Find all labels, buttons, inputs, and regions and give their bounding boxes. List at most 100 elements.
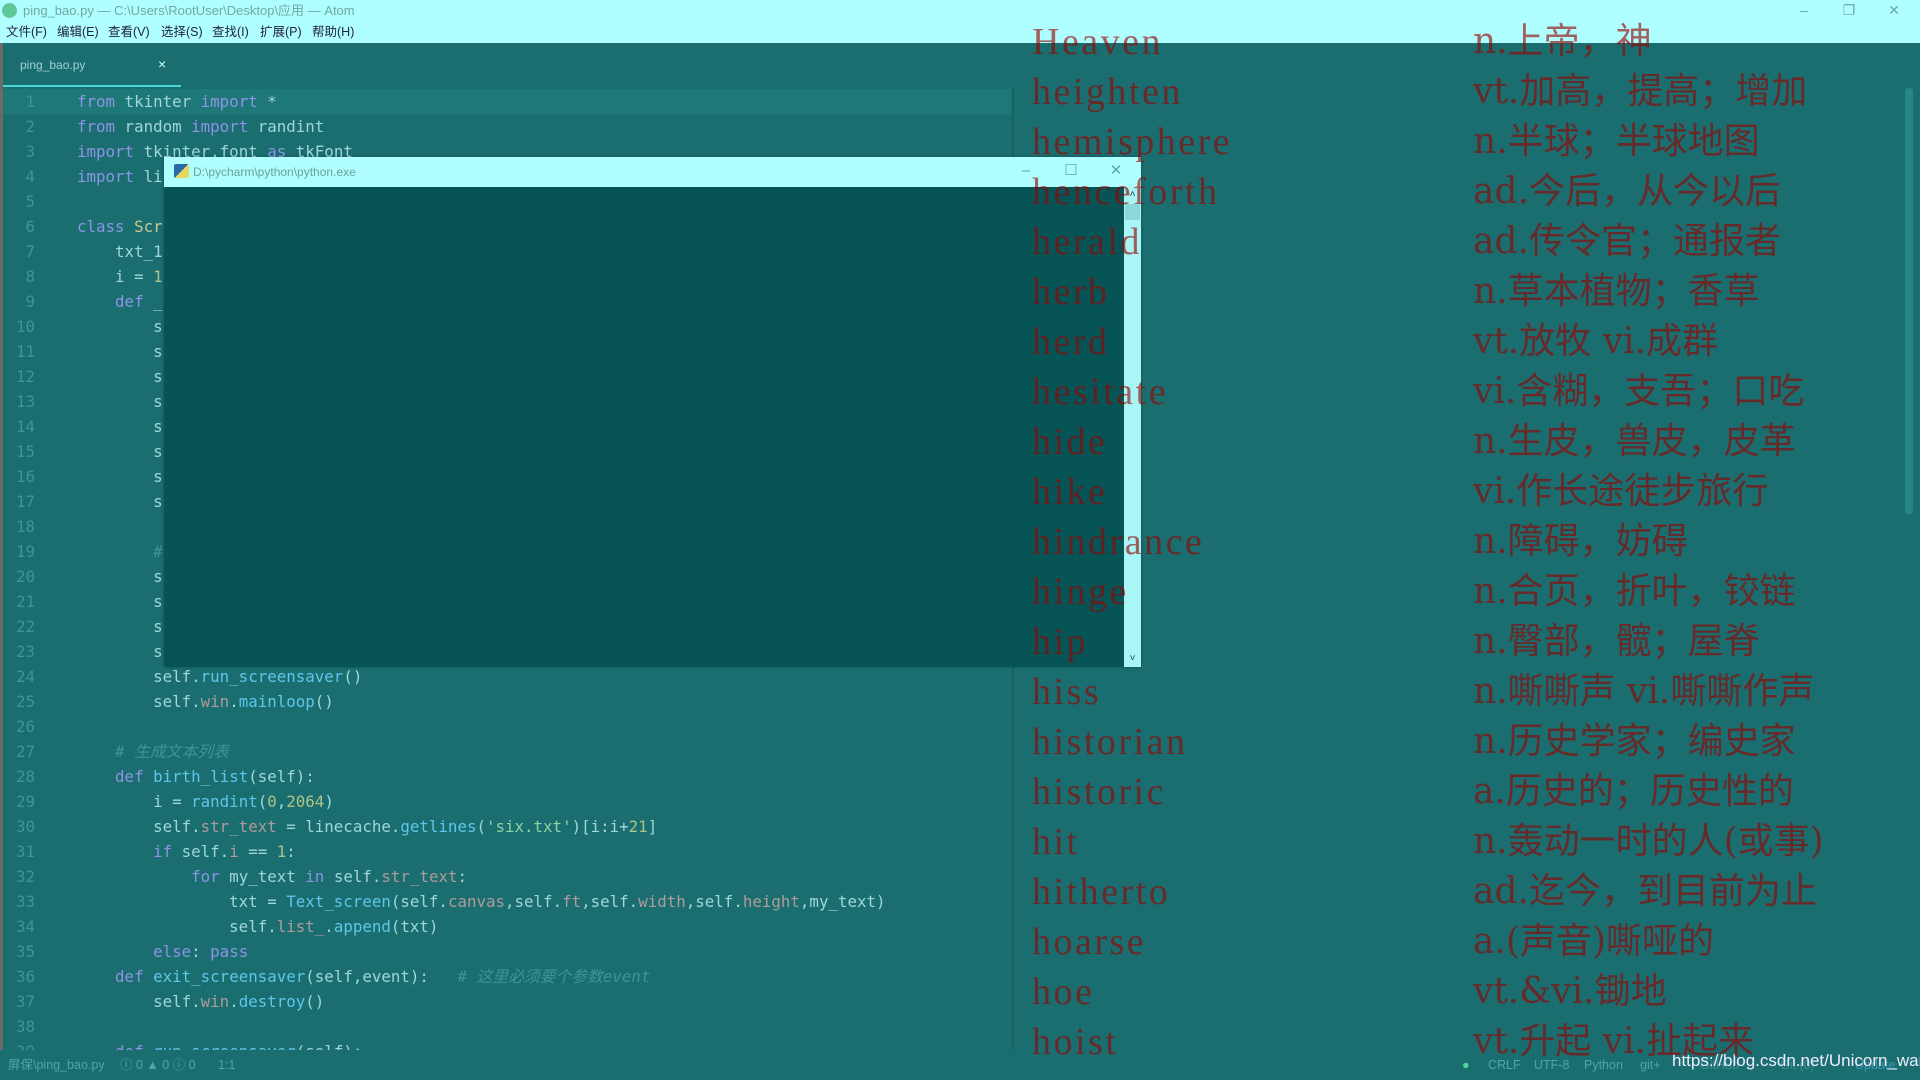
code-line[interactable]: 26	[3, 714, 1012, 739]
code-token: s	[77, 467, 163, 486]
menu-help[interactable]: 帮助(H)	[312, 22, 354, 43]
code-token: self.	[77, 692, 201, 711]
line-number: 27	[15, 742, 35, 761]
code-line[interactable]: 37 self.win.destroy()	[3, 989, 1012, 1014]
code-text: #	[77, 539, 163, 564]
code-token: tkinter	[115, 92, 201, 111]
code-token: import	[77, 142, 135, 161]
line-number: 33	[15, 892, 35, 911]
line-number: 4	[25, 167, 35, 186]
code-token: def	[115, 967, 144, 986]
code-text: txt_1	[77, 239, 163, 264]
code-text: i = 1	[77, 264, 163, 289]
scroll-thumb[interactable]	[1125, 204, 1140, 220]
code-line[interactable]: 30 self.str_text = linecache.getlines('s…	[3, 814, 1012, 839]
code-line[interactable]: 39 def run_screensaver(self):	[3, 1039, 1012, 1050]
status-encoding[interactable]: UTF-8	[1534, 1050, 1569, 1080]
line-number: 5	[25, 192, 35, 211]
scroll-down-arrow-icon[interactable]: ˅	[1124, 651, 1141, 667]
code-token: ,my_text)	[799, 892, 886, 911]
menu-file[interactable]: 文件(F)	[6, 22, 47, 43]
code-line[interactable]: 36 def exit_screensaver(self,event): # 这…	[3, 964, 1012, 989]
code-token: Scr	[134, 217, 163, 236]
code-token: class	[77, 217, 125, 236]
code-token: for	[191, 867, 220, 886]
code-line[interactable]: 34 self.list_.append(txt)	[3, 914, 1012, 939]
window-titlebar: ping_bao.py — C:\Users\RootUser\Desktop\…	[0, 0, 1920, 22]
code-line[interactable]: 38	[3, 1014, 1012, 1039]
status-bar: 屏保\ping_bao.py ⓘ 0 ▲ 0 ⓘ 0 1:1 ● CRLF UT…	[0, 1050, 1920, 1080]
code-token: def	[115, 292, 144, 311]
line-number: 15	[15, 442, 35, 461]
code-line[interactable]: 24 self.run_screensaver()	[3, 664, 1012, 689]
popup-close-button[interactable]: ✕	[1098, 157, 1134, 187]
code-token: self.	[77, 817, 201, 836]
code-text: from random import randint	[77, 114, 324, 139]
menu-edit[interactable]: 编辑(E)	[57, 22, 99, 43]
code-line[interactable]: 32 for my_text in self.str_text:	[3, 864, 1012, 889]
editor-scrollbar[interactable]	[1905, 88, 1913, 514]
popup-minimize-button[interactable]: –	[1008, 157, 1044, 187]
tab-ping-bao[interactable]: ping_bao.py ×	[0, 43, 181, 88]
minimize-button[interactable]: –	[1784, 0, 1824, 22]
code-line[interactable]: 35 else: pass	[3, 939, 1012, 964]
line-number: 17	[15, 492, 35, 511]
code-token: getlines	[400, 817, 477, 836]
menu-find[interactable]: 查找(I)	[212, 22, 249, 43]
code-token: )[i:i+	[571, 817, 629, 836]
restore-button[interactable]: ❐	[1829, 0, 1869, 22]
code-token: ,self.	[505, 892, 563, 911]
status-line-ending[interactable]: CRLF	[1488, 1050, 1521, 1080]
line-number: 25	[15, 692, 35, 711]
status-indicator-dot: ●	[1462, 1058, 1470, 1072]
code-token: (	[476, 817, 486, 836]
code-line[interactable]: 27 # 生成文本列表	[3, 739, 1012, 764]
popup-maximize-button[interactable]: ☐	[1053, 157, 1089, 187]
code-token: s	[77, 392, 163, 411]
tab-close-icon[interactable]: ×	[158, 56, 166, 72]
line-number: 39	[3, 1039, 35, 1050]
code-line[interactable]: 31 if self.i == 1:	[3, 839, 1012, 864]
line-number: 14	[15, 417, 35, 436]
scroll-up-arrow-icon[interactable]: ˄	[1124, 187, 1141, 203]
popup-titlebar[interactable]: D:\pycharm\python\python.exe – ☐ ✕	[164, 157, 1141, 187]
code-token: (self,event):	[305, 967, 458, 986]
code-token: my_text	[219, 867, 306, 886]
code-line[interactable]: 2 from random import randint	[3, 114, 1012, 139]
code-line[interactable]: 25 self.win.mainloop()	[3, 689, 1012, 714]
code-token: s	[77, 492, 163, 511]
status-file-path[interactable]: 屏保\ping_bao.py	[8, 1050, 105, 1080]
status-cursor-position[interactable]: 1:1	[218, 1050, 235, 1080]
code-token: :	[286, 842, 296, 861]
line-number: 22	[15, 617, 35, 636]
menu-view[interactable]: 查看(V)	[108, 22, 150, 43]
code-line[interactable]: 1 from tkinter import *	[3, 89, 1012, 114]
line-number: 34	[15, 917, 35, 936]
code-token: width	[638, 892, 686, 911]
menu-packages[interactable]: 扩展(P)	[260, 22, 302, 43]
code-token: s	[77, 367, 163, 386]
code-token: .	[229, 692, 239, 711]
close-button[interactable]: ✕	[1874, 0, 1914, 22]
status-git[interactable]: git+	[1640, 1050, 1661, 1080]
code-line[interactable]: 28 def birth_list(self):	[3, 764, 1012, 789]
status-grammar[interactable]: Python	[1584, 1050, 1623, 1080]
code-token: (self.	[390, 892, 448, 911]
code-token: append	[333, 917, 391, 936]
code-text: s	[77, 564, 163, 589]
code-text: class Scr	[77, 214, 163, 239]
code-text: s	[77, 439, 163, 464]
code-line[interactable]: 33 txt = Text_screen(self.canvas,self.ft…	[3, 889, 1012, 914]
code-line[interactable]: 29 i = randint(0,2064)	[3, 789, 1012, 814]
code-text: s	[77, 639, 163, 664]
popup-scrollbar[interactable]: ˄ ˅	[1124, 187, 1141, 667]
right-editor-pane[interactable]	[1014, 88, 1920, 1050]
menu-selection[interactable]: 选择(S)	[161, 22, 203, 43]
status-diagnostics[interactable]: ⓘ 0 ▲ 0 ⓘ 0	[120, 1050, 196, 1080]
code-token: str_text	[200, 817, 277, 836]
